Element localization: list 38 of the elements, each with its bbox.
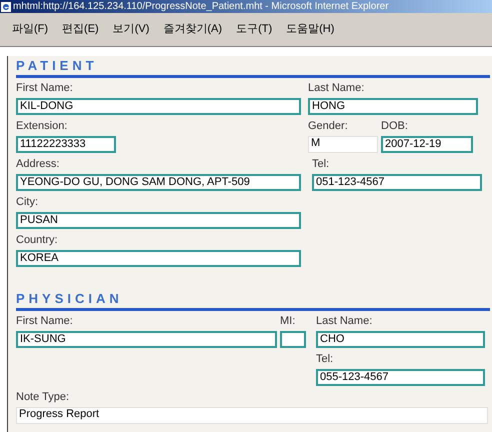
field-label: Address: [16,157,60,171]
field-label: Note Type: [16,390,70,404]
menu-item[interactable]: 도움말(H) [286,21,334,38]
field-label: Country: [16,233,59,247]
field-label: DOB: [381,119,409,133]
window-title: mhtml:http://164.125.234.110/ProgressNote_Patient.mht - Microsoft Internet Explorer [13,0,389,12]
field-label: Last Name: [308,81,366,95]
input-field[interactable]: 11122223333 [16,136,116,153]
input-field[interactable]: M [308,136,378,153]
menu-item[interactable]: 즐겨찾기(A) [163,21,222,38]
section-heading: PHYSICIAN [16,291,123,308]
input-field[interactable]: 055-123-4567 [316,369,485,386]
input-field[interactable]: IK-SUNG [16,331,277,348]
field-label: First Name: [16,314,74,328]
input-field[interactable]: KIL-DONG [16,98,301,115]
field-label: First Name: [16,81,74,95]
menu-item[interactable]: 파일(F) [12,21,48,38]
input-field[interactable]: CHO [316,331,485,348]
menu-item[interactable]: 도구(T) [236,21,272,38]
field-label: Tel: [316,352,334,366]
field-label: Gender: [308,119,349,133]
menu-item[interactable]: 보기(V) [112,21,150,38]
input-field[interactable]: PUSAN [16,212,301,229]
input-field[interactable] [280,331,306,348]
input-field[interactable]: YEONG-DO GU, DONG SAM DONG, APT-509 [16,174,301,191]
input-field[interactable]: 2007-12-19 [381,136,473,153]
section-heading: PATIENT [16,58,98,75]
input-field[interactable]: HONG [308,98,478,115]
input-field[interactable]: KOREA [16,250,301,267]
field-label: MI: [280,314,296,328]
input-field[interactable]: Progress Report [16,407,488,424]
browser-icon [1,2,11,12]
input-field[interactable]: 051-123-4567 [312,174,482,191]
field-label: Tel: [312,157,330,171]
field-label: Last Name: [316,314,374,328]
menu-item[interactable]: 편집(E) [62,21,99,38]
field-label: Extension: [16,119,68,133]
field-label: City: [16,195,39,209]
